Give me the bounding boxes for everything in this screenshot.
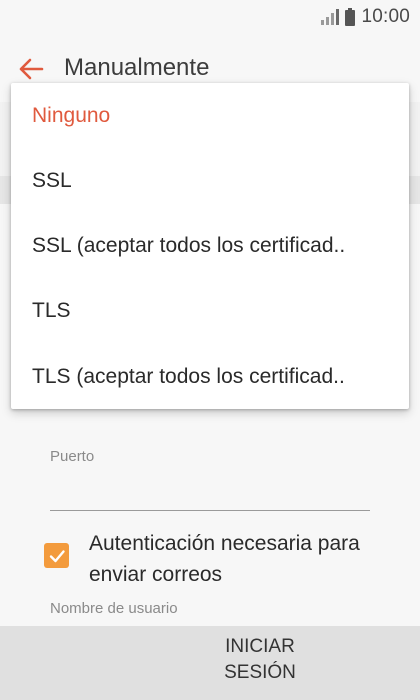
- checkmark-icon: [49, 549, 65, 562]
- battery-icon: [345, 8, 356, 26]
- status-icons: 10:00: [321, 6, 410, 28]
- back-button[interactable]: [14, 52, 48, 86]
- status-bar: 10:00: [0, 0, 420, 34]
- sign-in-button[interactable]: INICIAR SESIÓN: [200, 634, 320, 686]
- port-input[interactable]: [50, 476, 370, 511]
- status-time: 10:00: [361, 6, 410, 27]
- bottom-bar: INICIAR SESIÓN: [0, 626, 420, 700]
- security-type-dropdown: Ninguno SSL SSL (aceptar todos los certi…: [11, 83, 409, 409]
- menu-item-tls-accept-all[interactable]: TLS (aceptar todos los certificad..: [11, 349, 409, 405]
- menu-item-ssl[interactable]: SSL: [11, 153, 409, 209]
- back-arrow-icon: [19, 58, 44, 80]
- menu-item-ssl-accept-all[interactable]: SSL (aceptar todos los certificad..: [11, 218, 409, 274]
- menu-item-tls[interactable]: TLS: [11, 283, 409, 339]
- auth-required-label[interactable]: Autenticación necesaria para enviar corr…: [89, 528, 389, 590]
- page-title: Manualmente: [64, 54, 210, 81]
- auth-required-checkbox[interactable]: [44, 543, 69, 568]
- signal-icon: [321, 9, 340, 25]
- port-label: Puerto: [50, 448, 95, 465]
- menu-item-ninguno[interactable]: Ninguno: [11, 88, 409, 144]
- username-label: Nombre de usuario: [50, 600, 178, 617]
